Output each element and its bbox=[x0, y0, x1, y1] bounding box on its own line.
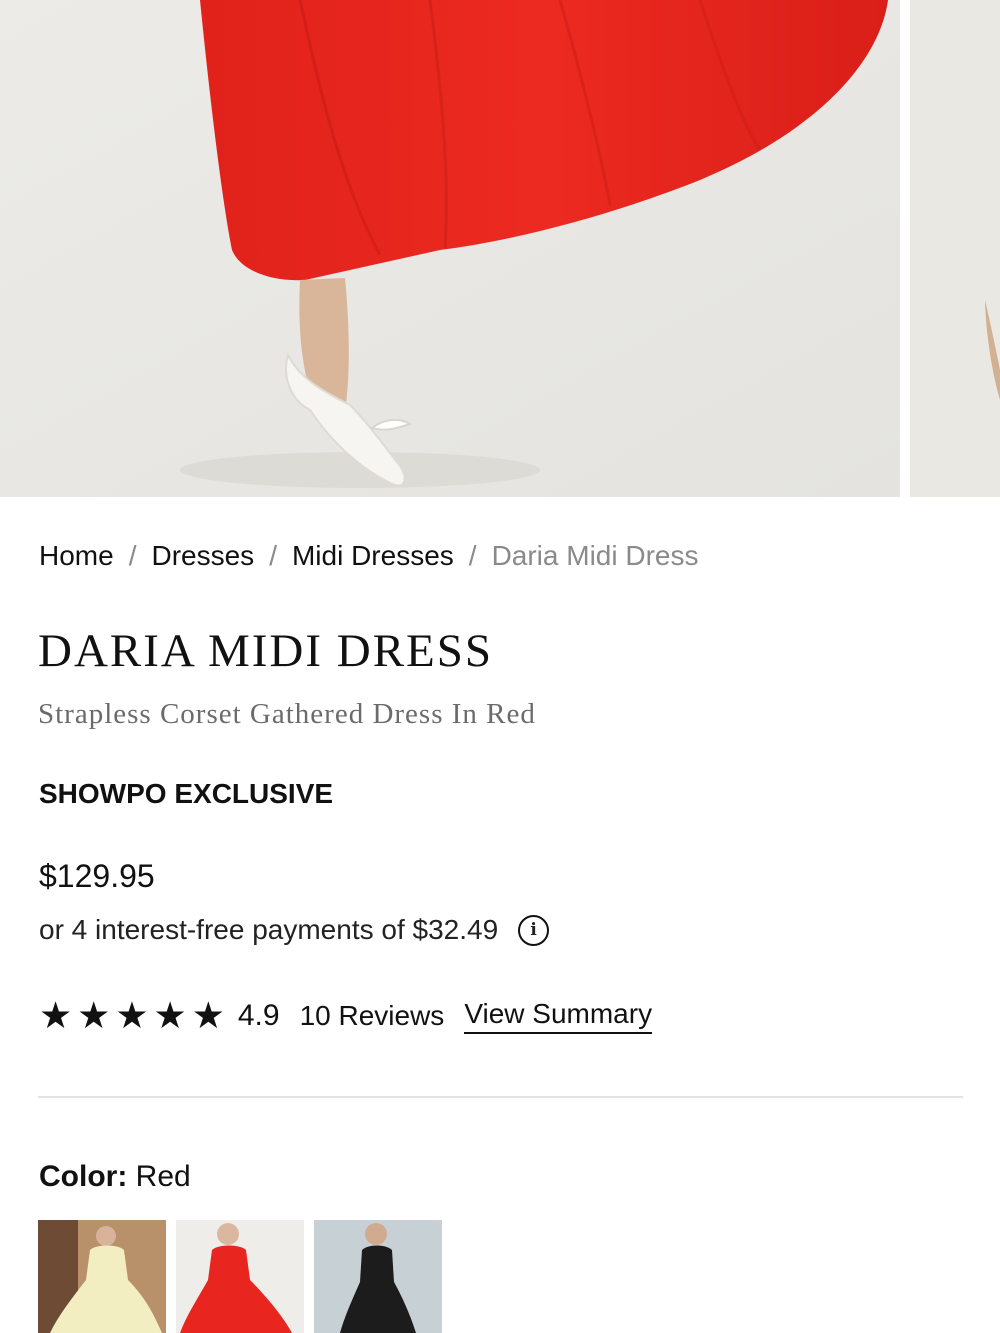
star-icon: ★ bbox=[77, 994, 111, 1037]
next-image-preview[interactable] bbox=[910, 0, 1000, 497]
color-swatch-red[interactable] bbox=[176, 1220, 304, 1333]
breadcrumb-current: Daria Midi Dress bbox=[491, 540, 699, 571]
review-count[interactable]: 10 Reviews bbox=[300, 1000, 445, 1032]
star-rating[interactable]: ★ ★ ★ ★ ★ bbox=[39, 996, 230, 1036]
product-photo-red-dress bbox=[0, 0, 900, 497]
installment-info: or 4 interest-free payments of $32.49 i bbox=[39, 914, 550, 946]
rating-row: ★ ★ ★ ★ ★ 4.9 10 Reviews View Summary bbox=[39, 996, 653, 1036]
installment-text: or 4 interest-free payments of bbox=[39, 914, 405, 945]
star-icon: ★ bbox=[153, 994, 187, 1037]
color-label-key: Color: bbox=[39, 1160, 128, 1193]
selected-color-value: Red bbox=[135, 1160, 191, 1193]
view-summary-link[interactable]: View Summary bbox=[464, 998, 653, 1034]
rating-score: 4.9 bbox=[237, 999, 280, 1032]
product-title: DARIA MIDI DRESS bbox=[38, 625, 494, 677]
breadcrumb-dresses[interactable]: Dresses bbox=[151, 540, 254, 571]
next-image-thumbnail bbox=[910, 0, 1000, 497]
breadcrumb-midi-dresses[interactable]: Midi Dresses bbox=[292, 540, 454, 571]
breadcrumb-home[interactable]: Home bbox=[39, 540, 114, 571]
info-icon[interactable]: i bbox=[518, 914, 550, 946]
star-icon: ★ bbox=[115, 994, 149, 1037]
breadcrumb: Home / Dresses / Midi Dresses / Daria Midi Dre… bbox=[39, 540, 699, 572]
breadcrumb-separator: / bbox=[128, 540, 137, 571]
swatch-image-lemon bbox=[38, 1220, 166, 1333]
color-swatch-black[interactable] bbox=[314, 1220, 442, 1333]
swatch-image-red bbox=[176, 1220, 304, 1333]
installment-amount: $32.49 bbox=[412, 914, 499, 945]
product-subtitle: Strapless Corset Gathered Dress In Red bbox=[38, 698, 536, 730]
color-selector-label: Color: Red bbox=[39, 1160, 191, 1194]
swatch-image-black bbox=[314, 1220, 442, 1333]
color-swatch-lemon[interactable] bbox=[38, 1220, 166, 1333]
exclusive-badge: SHOWPO EXCLUSIVE bbox=[39, 778, 334, 809]
product-main-image[interactable] bbox=[0, 0, 900, 497]
star-icon: ★ bbox=[39, 994, 73, 1037]
product-price: $129.95 bbox=[39, 858, 155, 894]
section-divider bbox=[38, 1096, 963, 1098]
product-image-gallery[interactable] bbox=[0, 0, 1000, 497]
color-swatches bbox=[38, 1220, 452, 1333]
star-icon: ★ bbox=[191, 994, 225, 1037]
breadcrumb-separator: / bbox=[269, 540, 277, 571]
breadcrumb-separator: / bbox=[468, 540, 477, 571]
